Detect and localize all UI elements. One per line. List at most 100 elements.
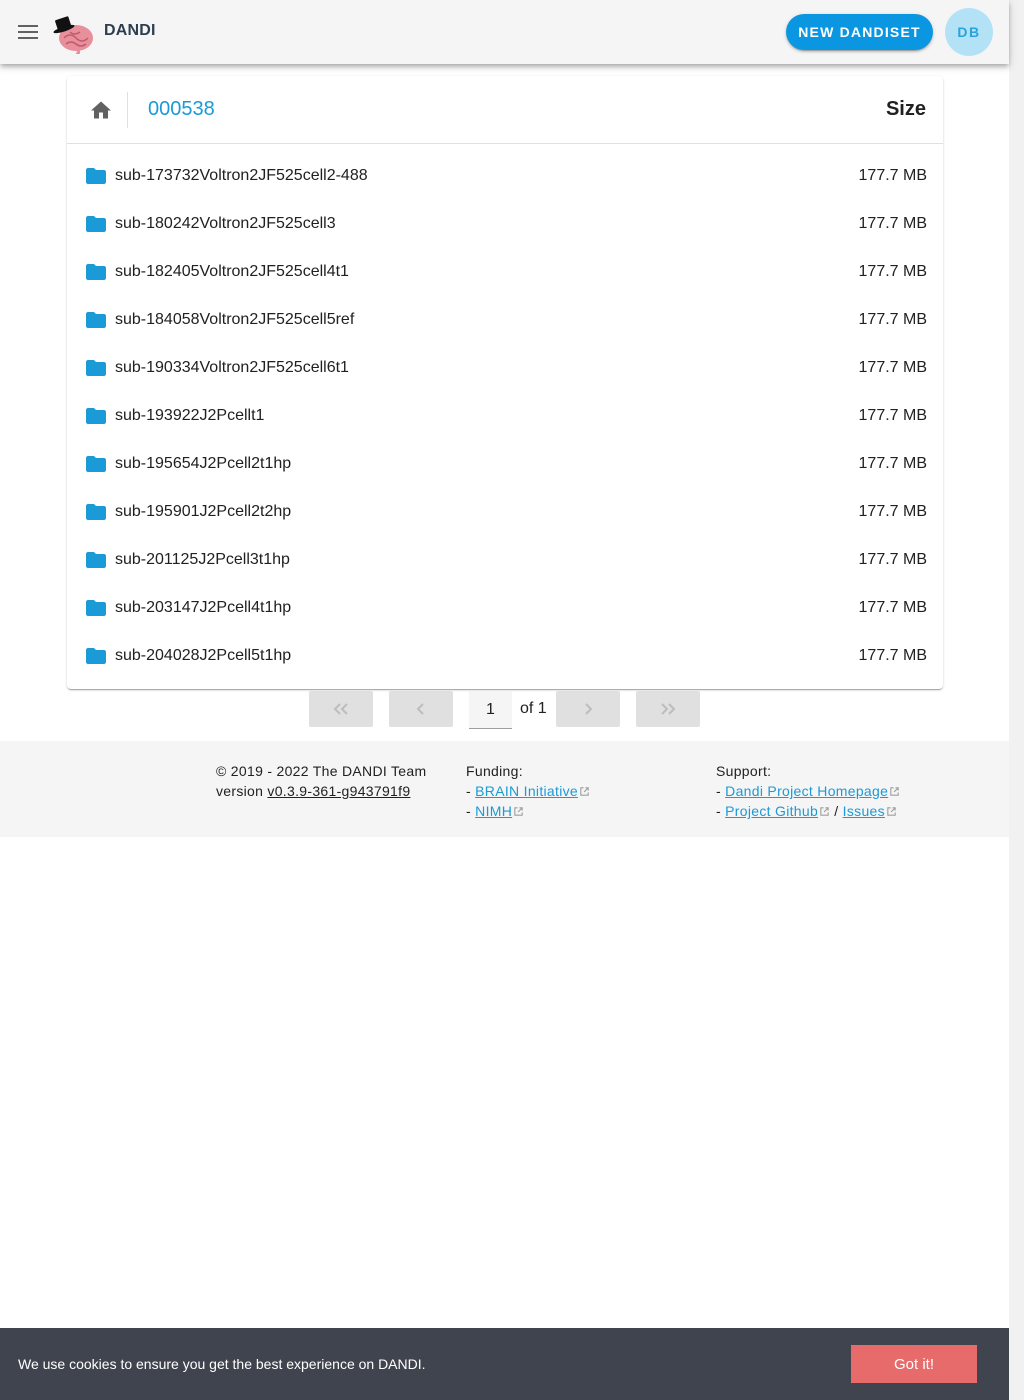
scrollbar[interactable]: [1009, 0, 1024, 1400]
file-row[interactable]: sub-195901J2Pcell2t2hp 177.7 MB: [67, 488, 943, 536]
page-count: of 1: [520, 700, 547, 717]
header-divider: [127, 92, 128, 128]
file-name[interactable]: sub-201125J2Pcell3t1hp: [115, 551, 290, 569]
file-name[interactable]: sub-180242Voltron2JF525cell3: [115, 215, 336, 233]
file-name[interactable]: sub-190334Voltron2JF525cell6t1: [115, 359, 349, 377]
support-item: - Dandi Project Homepage: [716, 781, 900, 801]
menu-icon[interactable]: [12, 16, 44, 48]
funding-item: - NIMH: [466, 801, 590, 821]
file-name[interactable]: sub-195654J2Pcell2t1hp: [115, 455, 291, 473]
file-name[interactable]: sub-203147J2Pcell4t1hp: [115, 599, 291, 617]
file-size: 177.7 MB: [858, 455, 927, 472]
new-dandiset-button[interactable]: NEW DANDISET: [786, 14, 933, 50]
folder-icon: [86, 264, 106, 280]
folder-icon: [86, 504, 106, 520]
file-row[interactable]: sub-204028J2Pcell5t1hp 177.7 MB: [67, 632, 943, 680]
external-link-icon: [820, 807, 829, 816]
folder-icon: [86, 216, 106, 232]
first-page-button[interactable]: [309, 691, 373, 727]
dandi-homepage-link[interactable]: Dandi Project Homepage: [725, 783, 888, 799]
file-row[interactable]: sub-190334Voltron2JF525cell6t1 177.7 MB: [67, 344, 943, 392]
footer-funding-column: Funding: - BRAIN Initiative - NIMH: [466, 761, 590, 821]
external-link-icon: [580, 787, 589, 796]
file-row[interactable]: sub-182405Voltron2JF525cell4t1 177.7 MB: [67, 248, 943, 296]
file-row[interactable]: sub-184058Voltron2JF525cell5ref 177.7 MB: [67, 296, 943, 344]
file-row[interactable]: sub-203147J2Pcell4t1hp 177.7 MB: [67, 584, 943, 632]
folder-icon: [86, 360, 106, 376]
file-row[interactable]: sub-193922J2Pcellt1 177.7 MB: [67, 392, 943, 440]
folder-icon: [86, 168, 106, 184]
funding-title: Funding:: [466, 763, 523, 779]
file-name[interactable]: sub-193922J2Pcellt1: [115, 407, 264, 425]
brand-name[interactable]: DANDI: [104, 22, 156, 40]
file-size: 177.7 MB: [858, 551, 927, 568]
file-name[interactable]: sub-182405Voltron2JF525cell4t1: [115, 263, 349, 281]
folder-icon: [86, 312, 106, 328]
file-name[interactable]: sub-184058Voltron2JF525cell5ref: [115, 311, 354, 329]
file-row[interactable]: sub-201125J2Pcell3t1hp 177.7 MB: [67, 536, 943, 584]
home-icon[interactable]: [85, 94, 117, 126]
footer-support-column: Support: - Dandi Project Homepage - Proj…: [716, 761, 900, 821]
support-title: Support:: [716, 763, 772, 779]
file-size: 177.7 MB: [858, 263, 927, 280]
brain-initiative-link[interactable]: BRAIN Initiative: [475, 783, 578, 799]
file-size: 177.7 MB: [858, 167, 927, 184]
file-row[interactable]: sub-195654J2Pcell2t1hp 177.7 MB: [67, 440, 943, 488]
chevron-right-icon: [585, 703, 593, 715]
file-size: 177.7 MB: [858, 359, 927, 376]
copyright-text: © 2019 - 2022 The DANDI Team: [216, 763, 427, 779]
nimh-link[interactable]: NIMH: [475, 803, 512, 819]
dandiset-id-link[interactable]: 000538: [148, 98, 215, 121]
last-page-button[interactable]: [636, 691, 700, 727]
bullet: -: [716, 803, 726, 819]
version-line: version v0.3.9-361-g943791f9: [216, 781, 426, 801]
external-link-icon: [890, 787, 899, 796]
cookie-banner: We use cookies to ensure you get the bes…: [0, 1328, 1009, 1400]
file-row[interactable]: sub-173732Voltron2JF525cell2-488 177.7 MB: [67, 152, 943, 200]
user-avatar[interactable]: DB: [945, 8, 993, 56]
folder-icon: [86, 648, 106, 664]
support-item: - Project Github / Issues: [716, 801, 900, 821]
cookie-message: We use cookies to ensure you get the bes…: [18, 1356, 426, 1372]
bullet: -: [466, 803, 476, 819]
link-separator: /: [830, 803, 843, 819]
footer-copyright-column: © 2019 - 2022 The DANDI Team version v0.…: [216, 761, 426, 801]
file-size: 177.7 MB: [858, 215, 927, 232]
page-number-input[interactable]: [469, 691, 512, 729]
file-list: sub-173732Voltron2JF525cell2-488 177.7 MB…: [67, 152, 943, 680]
file-browser: 000538 Size sub-173732Voltron2JF525cell2…: [67, 76, 943, 689]
previous-page-button[interactable]: [389, 691, 453, 727]
external-link-icon: [887, 807, 896, 816]
double-chevron-right-icon: [661, 703, 676, 715]
version-link[interactable]: v0.3.9-361-g943791f9: [267, 783, 410, 799]
project-github-link[interactable]: Project Github: [725, 803, 818, 819]
file-size: 177.7 MB: [858, 503, 927, 520]
dandi-logo[interactable]: [52, 10, 96, 56]
folder-icon: [86, 552, 106, 568]
bullet: -: [466, 783, 476, 799]
file-name[interactable]: sub-195901J2Pcell2t2hp: [115, 503, 291, 521]
file-size: 177.7 MB: [858, 311, 927, 328]
file-size: 177.7 MB: [858, 599, 927, 616]
version-prefix: version: [216, 783, 268, 799]
folder-icon: [86, 408, 106, 424]
file-size: 177.7 MB: [858, 647, 927, 664]
page: DANDI NEW DANDISET DB 000538 Size sub-17…: [0, 0, 1009, 1400]
folder-icon: [86, 456, 106, 472]
file-size: 177.7 MB: [858, 407, 927, 424]
footer: © 2019 - 2022 The DANDI Team version v0.…: [0, 741, 1009, 837]
issues-link[interactable]: Issues: [843, 803, 885, 819]
bullet: -: [716, 783, 726, 799]
size-column-header: Size: [885, 98, 926, 120]
file-row[interactable]: sub-180242Voltron2JF525cell3 177.7 MB: [67, 200, 943, 248]
external-link-icon: [514, 807, 523, 816]
file-browser-header: 000538 Size: [67, 76, 943, 144]
file-name[interactable]: sub-173732Voltron2JF525cell2-488: [115, 167, 368, 185]
accept-cookies-button[interactable]: Got it!: [851, 1345, 977, 1383]
funding-item: - BRAIN Initiative: [466, 781, 590, 801]
folder-icon: [86, 600, 106, 616]
double-chevron-left-icon: [333, 703, 348, 715]
next-page-button[interactable]: [556, 691, 620, 727]
app-bar: DANDI NEW DANDISET DB: [0, 0, 1009, 64]
file-name[interactable]: sub-204028J2Pcell5t1hp: [115, 647, 291, 665]
